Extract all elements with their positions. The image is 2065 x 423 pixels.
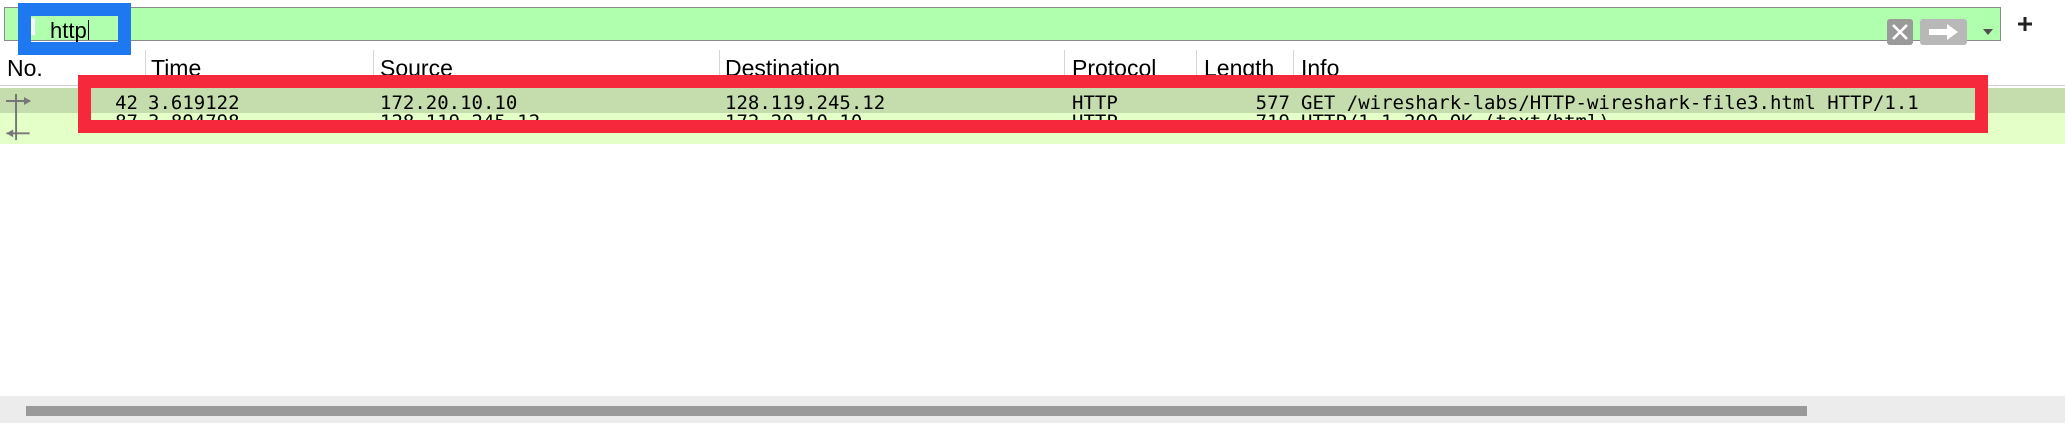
apply-arrow-icon: [1929, 24, 1958, 40]
chevron-down-icon: [1983, 29, 1993, 35]
display-filter-bar[interactable]: http: [4, 7, 2001, 45]
filter-history-dropdown[interactable]: [1975, 19, 2001, 45]
horizontal-scrollbar[interactable]: [0, 396, 2065, 423]
column-header-no[interactable]: No.: [7, 55, 43, 82]
plus-icon: [2018, 17, 2032, 31]
add-filter-button-button[interactable]: [2010, 9, 2040, 39]
packet-highlight-box: [78, 75, 1988, 133]
clear-filter-button[interactable]: [1887, 19, 1913, 45]
filter-highlight-box: [18, 3, 131, 55]
clear-x-icon: [1892, 24, 1908, 40]
apply-filter-button[interactable]: [1920, 19, 1967, 45]
response-related-icon: [6, 113, 30, 141]
scrollbar-thumb[interactable]: [26, 406, 1807, 416]
